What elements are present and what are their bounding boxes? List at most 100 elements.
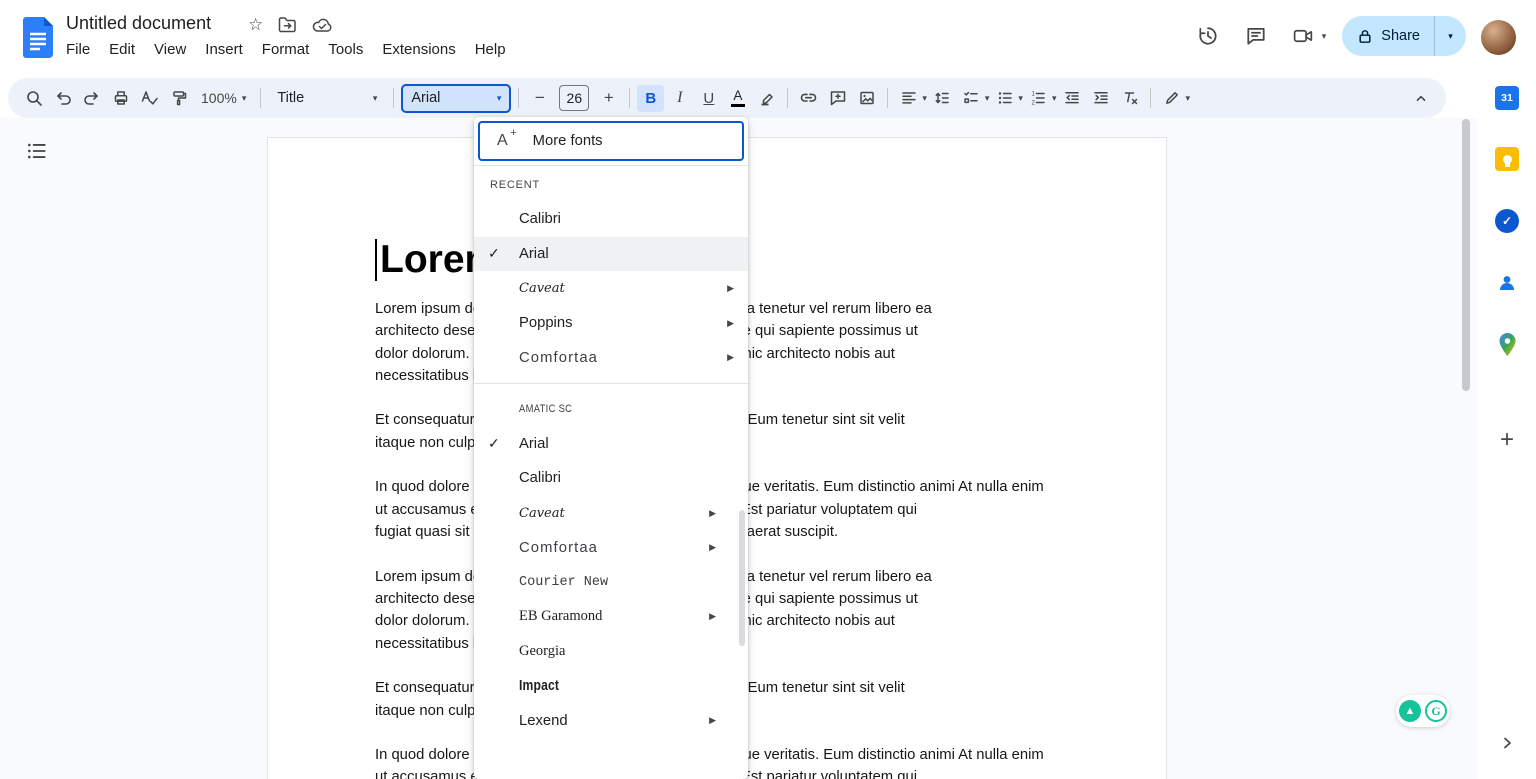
submenu-arrow-icon: ▶ (709, 507, 716, 518)
more-fonts-item[interactable]: A + More fonts (478, 121, 744, 161)
account-avatar[interactable] (1481, 20, 1516, 55)
numbered-list-select[interactable]: 12 ▾ (1025, 85, 1057, 112)
font-menu-item[interactable]: ✓ Impact ▶ (474, 669, 748, 704)
join-call-button[interactable]: ▾ (1288, 20, 1327, 52)
submenu-arrow-icon: ▶ (727, 352, 734, 363)
decrease-font-size-button[interactable]: − (526, 85, 553, 112)
menu-item[interactable]: File (66, 41, 90, 58)
grammarly-g-icon[interactable]: G (1425, 700, 1447, 722)
recent-fonts-list: ✓ Calibri ▶ ✓ Arial ▶ ✓ Caveat ▶ ✓ (474, 202, 748, 375)
chevron-down-icon: ▾ (1185, 92, 1190, 103)
text-color-letter: A (733, 87, 743, 103)
highlight-color-icon[interactable] (753, 85, 780, 112)
tasks-icon[interactable]: ✓ (1495, 209, 1519, 233)
google-docs-app: Untitled document ☆ File Edit View Insert Fo… (0, 0, 1536, 779)
contacts-icon[interactable] (1495, 271, 1519, 295)
chevron-down-icon: ▾ (496, 92, 502, 103)
menu-item[interactable]: Insert (205, 41, 243, 58)
menu-item[interactable]: Edit (109, 41, 135, 58)
spellcheck-icon[interactable] (136, 85, 163, 112)
increase-font-size-button[interactable]: + (595, 85, 622, 112)
svg-text:1: 1 (1032, 92, 1036, 98)
increase-indent-icon[interactable] (1087, 85, 1114, 112)
get-addons-icon[interactable]: + (1495, 426, 1519, 453)
font-size-input[interactable]: 26 (559, 85, 590, 111)
calendar-icon[interactable]: 31 (1495, 86, 1519, 110)
add-comment-icon[interactable] (824, 85, 851, 112)
cloud-status-icon[interactable] (312, 17, 333, 33)
menu-divider (474, 382, 748, 384)
font-menu-item[interactable]: ✓ Amatic SC ▶ (474, 392, 748, 427)
checklist-select[interactable]: ▾ (958, 85, 989, 112)
pencil-icon (1158, 85, 1185, 112)
zoom-select[interactable]: 100% ▾ (194, 85, 253, 112)
menu-item[interactable]: Tools (328, 41, 363, 58)
share-button[interactable]: Share ▾ (1342, 16, 1466, 56)
chevron-down-icon: ▾ (1321, 30, 1327, 41)
decrease-indent-icon[interactable] (1058, 85, 1085, 112)
dropdown-scrollbar[interactable] (739, 510, 745, 646)
checklist-icon (958, 85, 985, 112)
vertical-scrollbar[interactable] (1462, 119, 1470, 391)
text-color-button[interactable]: A (724, 85, 751, 112)
font-name: Comfortaa (519, 349, 598, 366)
menu-item[interactable]: Format (262, 41, 310, 58)
version-history-icon[interactable] (1192, 20, 1224, 52)
zoom-value: 100% (201, 90, 237, 106)
keep-icon[interactable] (1495, 147, 1519, 171)
print-icon[interactable] (107, 85, 134, 112)
move-folder-icon[interactable] (278, 16, 297, 33)
menu-item[interactable]: View (154, 41, 186, 58)
underline-button[interactable]: U (695, 85, 722, 112)
font-menu-item[interactable]: ✓ Arial ▶ (474, 427, 748, 462)
share-label: Share (1381, 28, 1420, 44)
share-dropdown-button[interactable]: ▾ (1434, 16, 1466, 56)
bold-button[interactable]: B (637, 84, 665, 112)
docs-logo-icon[interactable] (23, 17, 53, 58)
align-select[interactable]: ▾ (895, 85, 927, 112)
font-menu-item[interactable]: ✓ Caveat ▶ (474, 271, 748, 306)
font-family-select[interactable]: Arial ▾ (401, 83, 512, 113)
hide-menus-icon[interactable] (1407, 85, 1434, 112)
show-outline-icon[interactable] (26, 141, 48, 161)
menu-item[interactable]: Extensions (382, 41, 455, 58)
font-menu-item[interactable]: ✓ Lexend ▶ (474, 703, 748, 738)
comments-icon[interactable] (1240, 20, 1272, 52)
menu-item[interactable]: Help (475, 41, 506, 58)
lock-icon (1359, 29, 1371, 43)
clear-formatting-icon[interactable] (1116, 85, 1143, 112)
insert-link-icon[interactable] (795, 85, 822, 112)
insert-image-icon[interactable] (853, 85, 880, 112)
maps-icon[interactable] (1495, 332, 1519, 356)
font-menu-item[interactable]: ✓ Calibri ▶ (474, 202, 748, 237)
undo-icon[interactable] (49, 85, 76, 112)
chevron-down-icon: ▾ (1051, 92, 1057, 103)
paint-format-icon[interactable] (165, 85, 192, 112)
redo-icon[interactable] (78, 85, 105, 112)
all-fonts-list: ✓ Amatic SC ▶ ✓ Arial ▶ ✓ Calibri ▶ (474, 392, 748, 738)
font-menu-item[interactable]: ✓ Arial ▶ (474, 236, 748, 272)
chevron-down-icon: ▾ (922, 92, 927, 103)
font-menu-item[interactable]: ✓ Calibri ▶ (474, 461, 748, 496)
show-side-panel-icon[interactable] (1495, 731, 1519, 755)
font-menu-item[interactable]: ✓ Caveat ▶ (474, 496, 748, 531)
line-spacing-icon[interactable] (929, 85, 956, 112)
font-menu-item[interactable]: ✓ Comfortaa ▶ (474, 340, 748, 375)
grammarly-widget[interactable]: ▲ G (1396, 695, 1450, 727)
paragraph-style-select[interactable]: Title ▾ (268, 85, 386, 112)
font-menu-item[interactable]: ✓ Poppins ▶ (474, 306, 748, 341)
font-menu-item[interactable]: ✓ EB Garamond ▶ (474, 600, 748, 635)
editing-mode-select[interactable]: ▾ (1158, 85, 1190, 112)
font-menu-item[interactable]: ✓ Georgia ▶ (474, 634, 748, 669)
submenu-arrow-icon: ▶ (709, 715, 716, 726)
search-menus-icon[interactable] (20, 85, 47, 112)
font-menu-item[interactable]: ✓ Comfortaa ▶ (474, 530, 748, 565)
document-title[interactable]: Untitled document (66, 13, 211, 34)
font-menu-item[interactable]: ✓ Courier New ▶ (474, 565, 748, 600)
grammarly-suggestion-icon[interactable]: ▲ (1399, 700, 1421, 722)
italic-button[interactable]: I (666, 85, 693, 112)
bulleted-list-select[interactable]: ▾ (991, 85, 1023, 112)
header: Untitled document ☆ File Edit View Insert Fo… (0, 0, 1536, 76)
star-icon[interactable]: ☆ (248, 16, 263, 33)
font-name: EB Garamond (519, 608, 603, 625)
